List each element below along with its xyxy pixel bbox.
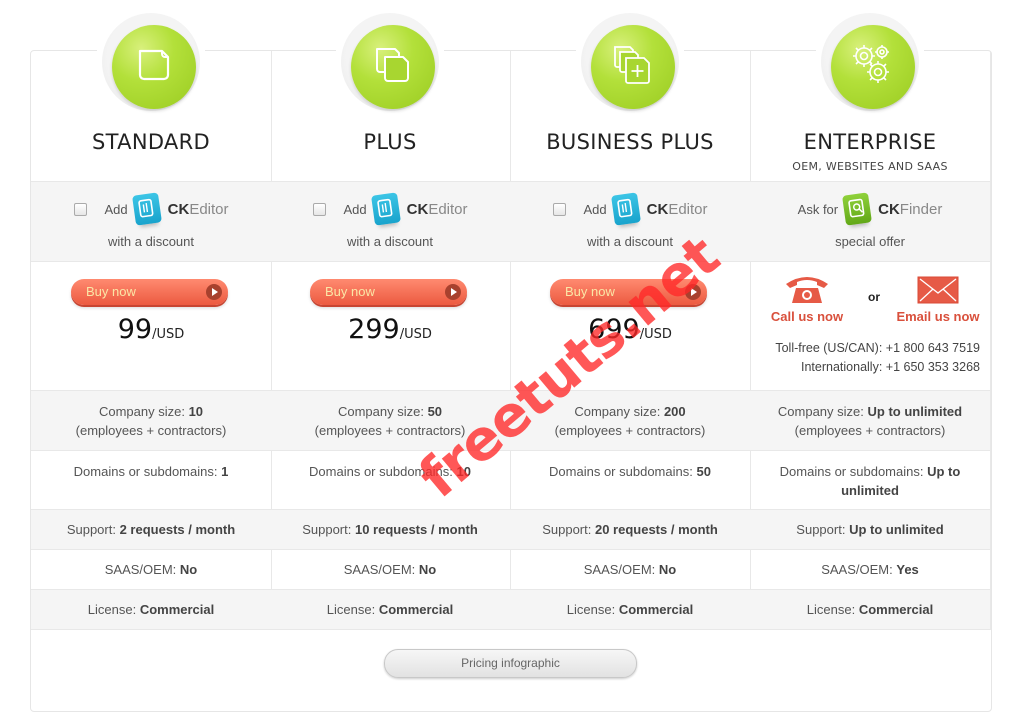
addon-offer: Add CKEditor with a discount <box>510 181 750 261</box>
ckeditor-logo-icon <box>610 192 641 226</box>
saas-oem: SAAS/OEM: No <box>270 549 510 589</box>
addon-prefix: Ask for <box>797 201 839 217</box>
play-arrow-icon <box>206 284 222 300</box>
ckfinder-logo-icon <box>842 192 873 226</box>
telephone-icon <box>786 277 828 303</box>
ckeditor-logo-icon <box>131 192 162 226</box>
plan-header: PLUS <box>270 11 510 181</box>
ckfinder-logo-text: CKFinder <box>878 200 943 218</box>
saas-oem: SAAS/OEM: No <box>31 549 271 589</box>
saas-oem: SAAS/OEM: Yes <box>750 549 990 589</box>
pricing-table: STANDARD Add CKEditor with a discount Bu… <box>30 11 992 712</box>
call-us-link[interactable]: Call us now <box>767 274 847 324</box>
price-section: Buy now 299/USD <box>270 261 510 390</box>
tollfree-number: +1 800 643 7519 <box>885 341 980 355</box>
addon-note: with a discount <box>587 234 673 249</box>
price-section: Buy now 99/USD <box>31 261 271 390</box>
plan-plus: PLUS Add CKEditor with a discount Buy no… <box>270 11 511 629</box>
multiple-documents-plus-icon <box>614 46 650 84</box>
company-size: Company size: 50 (employees + contractor… <box>270 390 510 450</box>
addon-prefix: Add <box>583 201 607 217</box>
license: License: Commercial <box>270 589 510 629</box>
plan-enterprise: ENTERPRISE OEM, WEBSITES AND SAAS Ask fo… <box>750 11 991 629</box>
support: Support: 20 requests / month <box>510 509 750 549</box>
addon-note: special offer <box>835 234 905 249</box>
addon-checkbox[interactable] <box>552 202 566 216</box>
price: 299/USD <box>348 314 432 345</box>
ckeditor-logo-text: CKEditor <box>646 200 708 218</box>
gears-icon <box>853 45 889 83</box>
domains: Domains or subdomains: Up to unlimited <box>750 450 990 509</box>
play-arrow-icon <box>445 284 461 300</box>
contact-section: Call us now or Email us now Toll-free (U… <box>750 261 990 390</box>
plan-title: PLUS <box>363 130 417 154</box>
plan-badge <box>581 13 679 111</box>
plan-subtitle: OEM, WEBSITES AND SAAS <box>792 160 948 173</box>
buy-now-button[interactable]: Buy now <box>71 279 228 305</box>
plan-header: ENTERPRISE OEM, WEBSITES AND SAAS <box>750 11 990 181</box>
ckeditor-logo-icon <box>370 192 401 226</box>
intl-number: +1 650 353 3268 <box>885 360 980 374</box>
single-document-icon <box>138 49 170 81</box>
phone-numbers: Toll-free (US/CAN): +1 800 643 7519 Inte… <box>775 341 980 374</box>
price-section: Buy now 699/USD <box>510 261 750 390</box>
support: Support: 2 requests / month <box>31 509 271 549</box>
support: Support: 10 requests / month <box>270 509 510 549</box>
envelope-icon <box>917 276 959 304</box>
buy-now-button[interactable]: Buy now <box>550 279 707 305</box>
saas-oem: SAAS/OEM: No <box>510 549 750 589</box>
addon-offer: Ask for CKFinder special offer <box>750 181 990 261</box>
plan-title: BUSINESS PLUS <box>546 130 714 154</box>
email-us-link[interactable]: Email us now <box>890 276 986 324</box>
plan-header: BUSINESS PLUS <box>510 11 750 181</box>
plan-badge <box>102 13 200 111</box>
plan-badge <box>821 13 919 111</box>
table-footer: Pricing infographic <box>31 629 991 712</box>
ckeditor-logo-text: CKEditor <box>406 200 468 218</box>
price: 699/USD <box>588 314 672 345</box>
or-label: or <box>868 290 880 304</box>
plan-business-plus: BUSINESS PLUS Add CKEditor with a discou… <box>510 11 751 629</box>
license: License: Commercial <box>510 589 750 629</box>
addon-prefix: Add <box>104 201 128 217</box>
domains: Domains or subdomains: 10 <box>270 450 510 509</box>
plan-badge <box>341 13 439 111</box>
addon-offer: Add CKEditor with a discount <box>270 181 510 261</box>
ckeditor-logo-text: CKEditor <box>167 200 229 218</box>
plan-title: ENTERPRISE <box>803 130 937 154</box>
plan-standard: STANDARD Add CKEditor with a discount Bu… <box>31 11 272 629</box>
addon-note: with a discount <box>347 234 433 249</box>
license: License: Commercial <box>31 589 271 629</box>
domains: Domains or subdomains: 50 <box>510 450 750 509</box>
addon-checkbox[interactable] <box>73 202 87 216</box>
company-size: Company size: Up to unlimited (employees… <box>750 390 990 450</box>
domains: Domains or subdomains: 1 <box>31 450 271 509</box>
addon-note: with a discount <box>108 234 194 249</box>
addon-offer: Add CKEditor with a discount <box>31 181 271 261</box>
company-size: Company size: 10 (employees + contractor… <box>31 390 271 450</box>
addon-prefix: Add <box>343 201 367 217</box>
play-arrow-icon <box>685 284 701 300</box>
support: Support: Up to unlimited <box>750 509 990 549</box>
price: 99/USD <box>117 314 185 345</box>
plan-title: STANDARD <box>92 130 210 154</box>
pricing-infographic-button[interactable]: Pricing infographic <box>384 649 637 678</box>
two-documents-icon <box>376 48 409 82</box>
plan-header: STANDARD <box>31 11 271 181</box>
addon-checkbox[interactable] <box>312 202 326 216</box>
company-size: Company size: 200 (employees + contracto… <box>510 390 750 450</box>
buy-now-button[interactable]: Buy now <box>310 279 467 305</box>
license: License: Commercial <box>750 589 990 629</box>
